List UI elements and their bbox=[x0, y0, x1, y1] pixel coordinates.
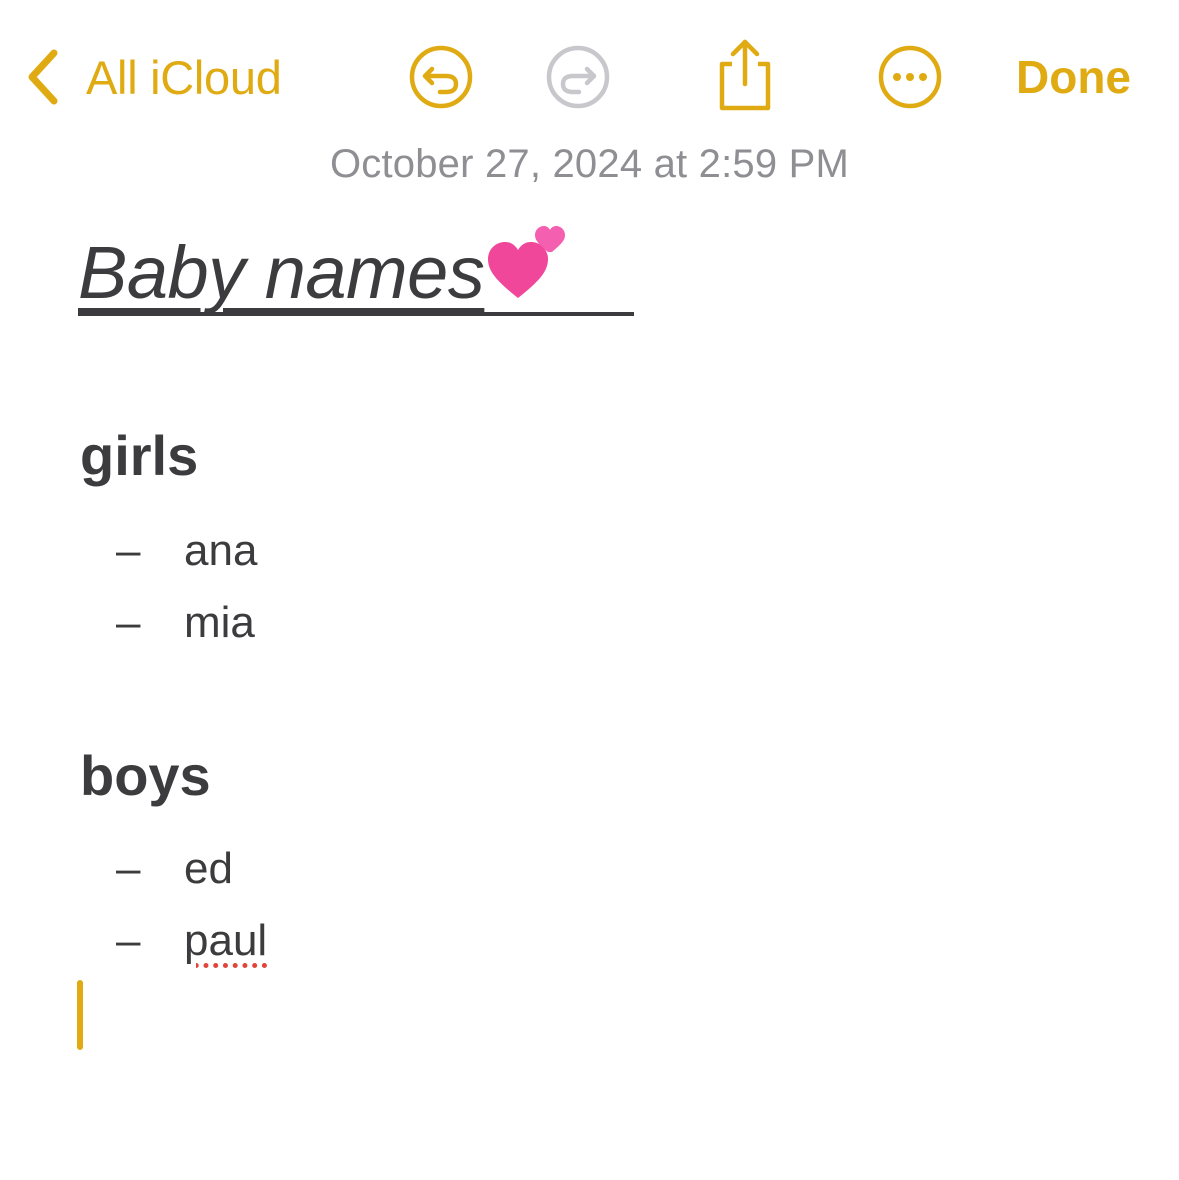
list-item[interactable]: – ana bbox=[116, 522, 257, 580]
section-heading-boys[interactable]: boys bbox=[80, 744, 211, 808]
list-dash: – bbox=[116, 844, 141, 893]
note-title-text: Baby names bbox=[78, 231, 485, 314]
list-item-text-misspelled: paul bbox=[184, 916, 268, 965]
redo-icon bbox=[545, 44, 611, 110]
list-item-text: ana bbox=[184, 526, 258, 575]
done-button[interactable]: Done bbox=[1016, 44, 1131, 110]
list-dash: – bbox=[116, 526, 141, 575]
list-item[interactable]: – paul bbox=[116, 912, 267, 970]
share-button[interactable] bbox=[712, 38, 778, 112]
text-cursor bbox=[77, 980, 83, 1050]
two-hearts-icon bbox=[484, 222, 574, 325]
list-item-text: ed bbox=[184, 844, 233, 893]
share-icon bbox=[712, 38, 778, 112]
list-dash: – bbox=[116, 916, 141, 965]
undo-icon bbox=[408, 44, 474, 110]
list-item-text: mia bbox=[184, 598, 255, 647]
toolbar: All iCloud Done bbox=[0, 0, 1179, 150]
note-timestamp: October 27, 2024 at 2:59 PM bbox=[329, 142, 850, 186]
list-item[interactable]: – mia bbox=[116, 594, 255, 652]
more-button[interactable] bbox=[877, 44, 943, 110]
back-button[interactable]: All iCloud bbox=[24, 44, 282, 110]
note-title[interactable]: Baby names bbox=[78, 222, 574, 325]
redo-button[interactable] bbox=[545, 44, 611, 110]
list-item[interactable]: – ed bbox=[116, 840, 233, 898]
chevron-left-icon bbox=[24, 47, 60, 107]
list-dash: – bbox=[116, 598, 141, 647]
section-heading-girls[interactable]: girls bbox=[80, 424, 198, 488]
undo-button[interactable] bbox=[408, 44, 474, 110]
back-button-label: All iCloud bbox=[86, 50, 282, 104]
more-icon bbox=[877, 44, 943, 110]
